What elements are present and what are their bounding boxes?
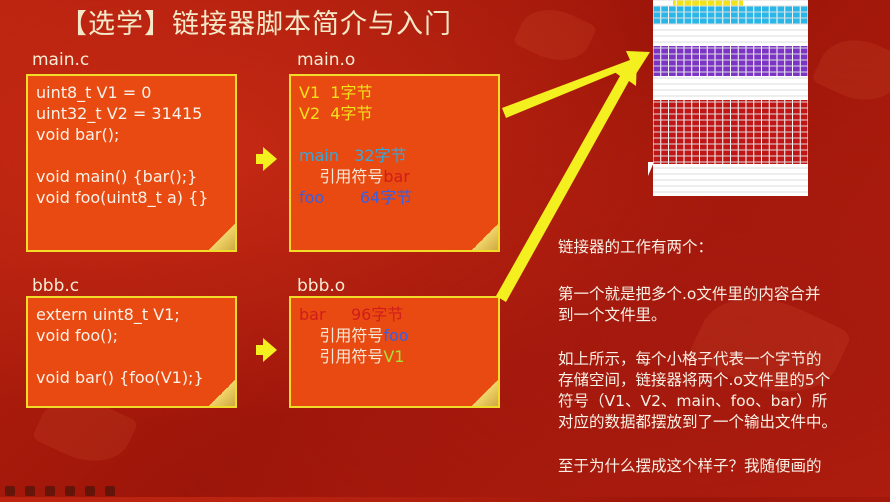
big-arrow-icon [496, 59, 637, 302]
player-controls[interactable] [0, 483, 200, 497]
explanation-line: 第一个就是把多个.o文件里的内容合并 [558, 285, 821, 303]
explanation-line: 到一个文件里。 [558, 306, 667, 324]
explanation-line: 对应的数据都摆放到了一个输出文件中。 [558, 413, 838, 431]
explanation-line: 至于为什么摆成这个样子？我随便画的 [558, 457, 822, 475]
explanation-line: 存储空间，链接器将两个.o文件里的5个 [558, 371, 831, 389]
big-arrow-icon [502, 51, 650, 118]
memory-layout-grid [653, 0, 808, 196]
mouse-cursor-icon [648, 162, 654, 176]
control-icon[interactable] [25, 486, 35, 496]
control-icon[interactable] [105, 486, 115, 496]
explanation-line: 如上所示，每个小格子代表一个字节的 [558, 350, 822, 368]
control-icon[interactable] [5, 486, 15, 496]
explanation-heading: 链接器的工作有两个： [558, 238, 714, 256]
control-icon[interactable] [45, 486, 55, 496]
control-icon[interactable] [65, 486, 75, 496]
explanation-line: 符号（V1、V2、main、foo、bar）所 [558, 392, 828, 410]
control-icon[interactable] [85, 486, 95, 496]
